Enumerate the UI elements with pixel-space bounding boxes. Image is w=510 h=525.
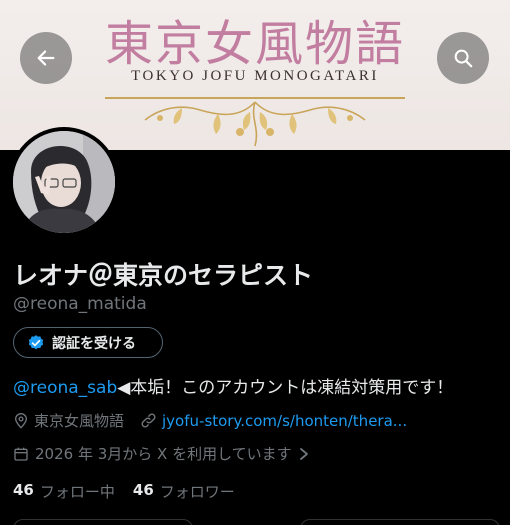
link-icon: [140, 412, 157, 429]
avatar[interactable]: [9, 127, 119, 237]
verified-badge-icon: [28, 334, 44, 349]
get-verified-button[interactable]: 認証を受ける: [13, 327, 163, 358]
avatar-photo-icon: [13, 131, 115, 233]
user-handle: @reona_matida: [13, 294, 147, 314]
banner-title: 東京女風物語: [104, 16, 405, 72]
search-icon: [454, 49, 473, 68]
arrow-left-icon: [37, 50, 55, 66]
cutoff-button-left[interactable]: [13, 519, 193, 525]
chevron-right-icon: [298, 447, 310, 461]
location-pin-icon: [13, 412, 29, 429]
bio-mention-link[interactable]: @reona_sab: [13, 378, 117, 398]
joined-date-text: 2026 年 3月から X を利用しています: [35, 445, 292, 463]
get-verified-label: 認証を受ける: [52, 335, 136, 352]
location-text: 東京女風物語: [34, 412, 125, 430]
bio-text: ◀本垢！このアカウントは凍結対策用です！: [117, 378, 454, 398]
followers-link[interactable]: 46 フォロワー: [133, 481, 235, 502]
following-label: フォロー中: [39, 483, 115, 501]
followers-count: 46: [132, 481, 154, 499]
back-button[interactable]: [20, 32, 72, 84]
search-button[interactable]: [437, 32, 489, 84]
calendar-icon: [13, 446, 29, 462]
profile-meta-row: 東京女風物語 jyofu-story.com/s/honten/thera...: [13, 410, 407, 431]
bio: @reona_sab◀本垢！このアカウントは凍結対策用です！: [13, 373, 453, 398]
website-link[interactable]: jyofu-story.com/s/honten/thera...: [162, 412, 407, 430]
banner-ornament-icon: [105, 97, 405, 147]
joined-date-row[interactable]: 2026 年 3月から X を利用しています: [13, 443, 316, 464]
following-count: 46: [13, 481, 34, 499]
banner-subtitle: TOKYO JOFU MONOGATARI: [131, 68, 379, 84]
cutoff-button-right[interactable]: [300, 519, 500, 525]
following-link[interactable]: 46 フォロー中: [13, 481, 115, 502]
followers-label: フォロワー: [159, 483, 235, 501]
follow-stats: 46 フォロー中 46 フォロワー: [13, 481, 235, 502]
display-name: レオナ＠東京のセラピスト: [13, 261, 314, 290]
